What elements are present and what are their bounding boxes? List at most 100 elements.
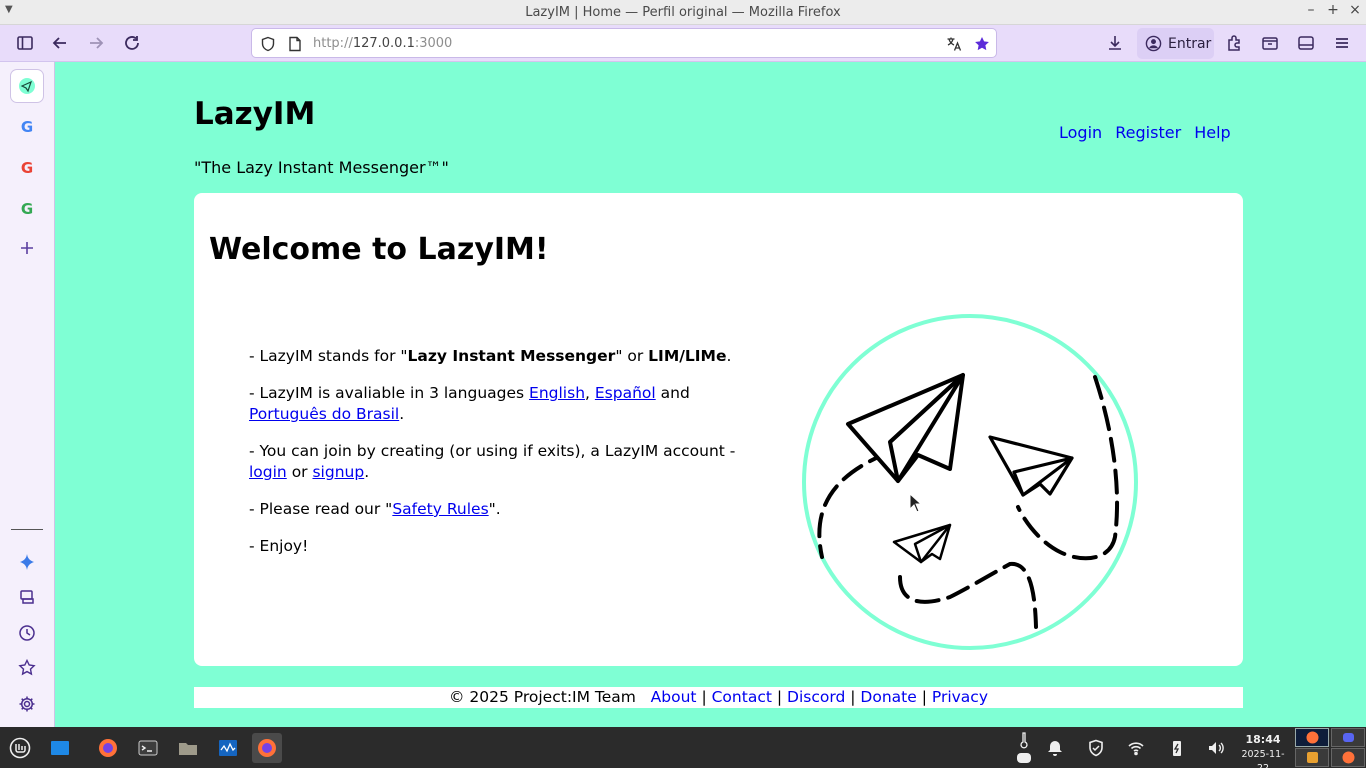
safety-rules-link[interactable]: Safety Rules <box>392 500 488 518</box>
sidebar-settings[interactable] <box>11 688 43 720</box>
nav-register-link[interactable]: Register <box>1115 123 1181 142</box>
sidebar-bookmarks[interactable] <box>11 652 43 684</box>
url-port: :3000 <box>414 36 453 51</box>
translate-icon[interactable] <box>944 34 964 54</box>
taskbar-system-monitor[interactable] <box>213 733 243 763</box>
info-item: - Enjoy! <box>249 537 309 555</box>
sidebar-ai-chat[interactable] <box>11 546 43 578</box>
shield-icon[interactable] <box>258 34 278 54</box>
firefox-icon <box>1306 731 1318 744</box>
extensions-icon[interactable] <box>1221 31 1247 55</box>
wifi-icon[interactable] <box>1125 737 1147 759</box>
portugues-link[interactable]: Português do Brasil <box>249 405 399 423</box>
hamburger-menu-icon[interactable] <box>1329 31 1355 55</box>
bold-text: Lazy Instant Messenger <box>407 347 616 365</box>
account-button[interactable]: Entrar <box>1137 28 1214 59</box>
google-icon: G <box>20 159 34 177</box>
footer-contact-link[interactable]: Contact <box>712 688 772 706</box>
back-icon[interactable] <box>47 31 73 55</box>
nav-login-link[interactable]: Login <box>1059 123 1102 142</box>
info-item: - LazyIM is avaliable in 3 languages Eng… <box>249 383 749 425</box>
separator: | <box>921 688 927 706</box>
forward-icon[interactable] <box>83 31 109 55</box>
paper-planes-illustration <box>802 314 1138 650</box>
reload-icon[interactable] <box>119 31 145 55</box>
sidebar-lazyim-tab[interactable] <box>11 70 43 102</box>
sidebar-divider <box>11 529 43 530</box>
info-list: - LazyIM stands for "Lazy Instant Messen… <box>249 346 749 573</box>
text: " or <box>615 347 649 365</box>
site-tagline: "The Lazy Instant Messenger™" <box>194 158 449 177</box>
text: - LazyIM is avaliable in 3 languages <box>249 384 530 402</box>
shield-tray-icon[interactable] <box>1085 737 1107 759</box>
account-label: Entrar <box>1168 35 1212 52</box>
start-menu-button[interactable] <box>5 733 35 763</box>
taskbar-files[interactable] <box>173 733 203 763</box>
english-link[interactable]: English <box>529 384 585 402</box>
footer-about-link[interactable]: About <box>651 688 697 706</box>
synced-tabs-icon <box>20 590 34 604</box>
window-titlebar: ▼ LazyIM | Home — Perfil original — Mozi… <box>0 0 1366 25</box>
sidebar-google-1[interactable]: G <box>11 111 43 143</box>
taskbar-firefox-launcher[interactable] <box>93 733 123 763</box>
workspace-2[interactable] <box>1331 728 1365 747</box>
firefox-icon <box>1342 751 1354 764</box>
gear-icon <box>19 696 35 712</box>
url-prefix: http:// <box>313 36 353 51</box>
minimize-icon[interactable]: – <box>1303 2 1319 18</box>
text: - LazyIM stands for " <box>249 347 408 365</box>
close-icon[interactable]: × <box>1347 2 1363 18</box>
taskbar-firefox-window[interactable] <box>252 733 282 763</box>
text: - You can join by creating (or using if … <box>249 442 736 460</box>
info-item: - Please read our "Safety Rules". <box>249 499 749 520</box>
maximize-icon[interactable]: + <box>1325 2 1341 18</box>
notifications-bell-icon[interactable] <box>1044 737 1066 759</box>
browser-sidebar: G G G <box>0 62 55 727</box>
text: or <box>286 463 313 481</box>
star-icon <box>18 659 36 676</box>
page-info-icon[interactable] <box>285 34 305 54</box>
discord-tray-icon[interactable] <box>1013 747 1035 768</box>
show-desktop-button[interactable] <box>45 733 75 763</box>
downloads-icon[interactable] <box>1102 31 1128 55</box>
sparkle-icon <box>20 554 34 570</box>
account-icon <box>1145 35 1162 52</box>
bookmark-star-icon[interactable] <box>972 34 992 54</box>
sidebar-google-2[interactable]: G <box>11 152 43 184</box>
firefox-icon <box>99 739 117 757</box>
taskbar-terminal[interactable] <box>133 733 163 763</box>
taskbar-clock[interactable]: 18:44 2025-11-22 <box>1236 731 1290 768</box>
firefox-view-icon[interactable] <box>1257 31 1283 55</box>
sidebar-history[interactable] <box>11 617 43 649</box>
login-link[interactable]: login <box>249 463 287 481</box>
sidebar-toggle-icon[interactable] <box>12 31 38 55</box>
nav-help-link[interactable]: Help <box>1194 123 1230 142</box>
sidebar-google-3[interactable]: G <box>11 193 43 225</box>
window-title: LazyIM | Home — Perfil original — Mozill… <box>525 5 841 20</box>
text: and <box>655 384 690 402</box>
signup-link[interactable]: signup <box>312 463 364 481</box>
footer-discord-link[interactable]: Discord <box>787 688 845 706</box>
system-taskbar: 18:44 2025-11-22 <box>0 727 1366 768</box>
volume-icon[interactable] <box>1205 737 1227 759</box>
workspace-4[interactable] <box>1331 748 1365 767</box>
workspace-1[interactable] <box>1295 728 1329 747</box>
text: . <box>399 405 405 423</box>
sidebar-synced-tabs[interactable] <box>11 581 43 613</box>
folder-icon <box>179 743 197 755</box>
footer-privacy-link[interactable]: Privacy <box>932 688 988 706</box>
copyright-text: © 2025 Project:IM Team <box>448 688 636 706</box>
footer-donate-link[interactable]: Donate <box>860 688 916 706</box>
url-text[interactable]: http://127.0.0.1:3000 <box>313 36 452 51</box>
welcome-card: Welcome to LazyIM! - LazyIM stands for "… <box>194 193 1243 666</box>
sidebar-add-button[interactable] <box>11 232 43 264</box>
battery-icon[interactable] <box>1166 737 1188 759</box>
workspace-3[interactable] <box>1295 748 1329 767</box>
espanol-link[interactable]: Español <box>595 384 656 402</box>
sidebar-panel-icon[interactable] <box>1293 31 1319 55</box>
paper-plane-icon <box>19 78 35 94</box>
text: . <box>726 347 732 365</box>
separator: | <box>701 688 707 706</box>
url-bar[interactable]: http://127.0.0.1:3000 <box>251 28 997 58</box>
firefox-icon <box>258 739 276 757</box>
